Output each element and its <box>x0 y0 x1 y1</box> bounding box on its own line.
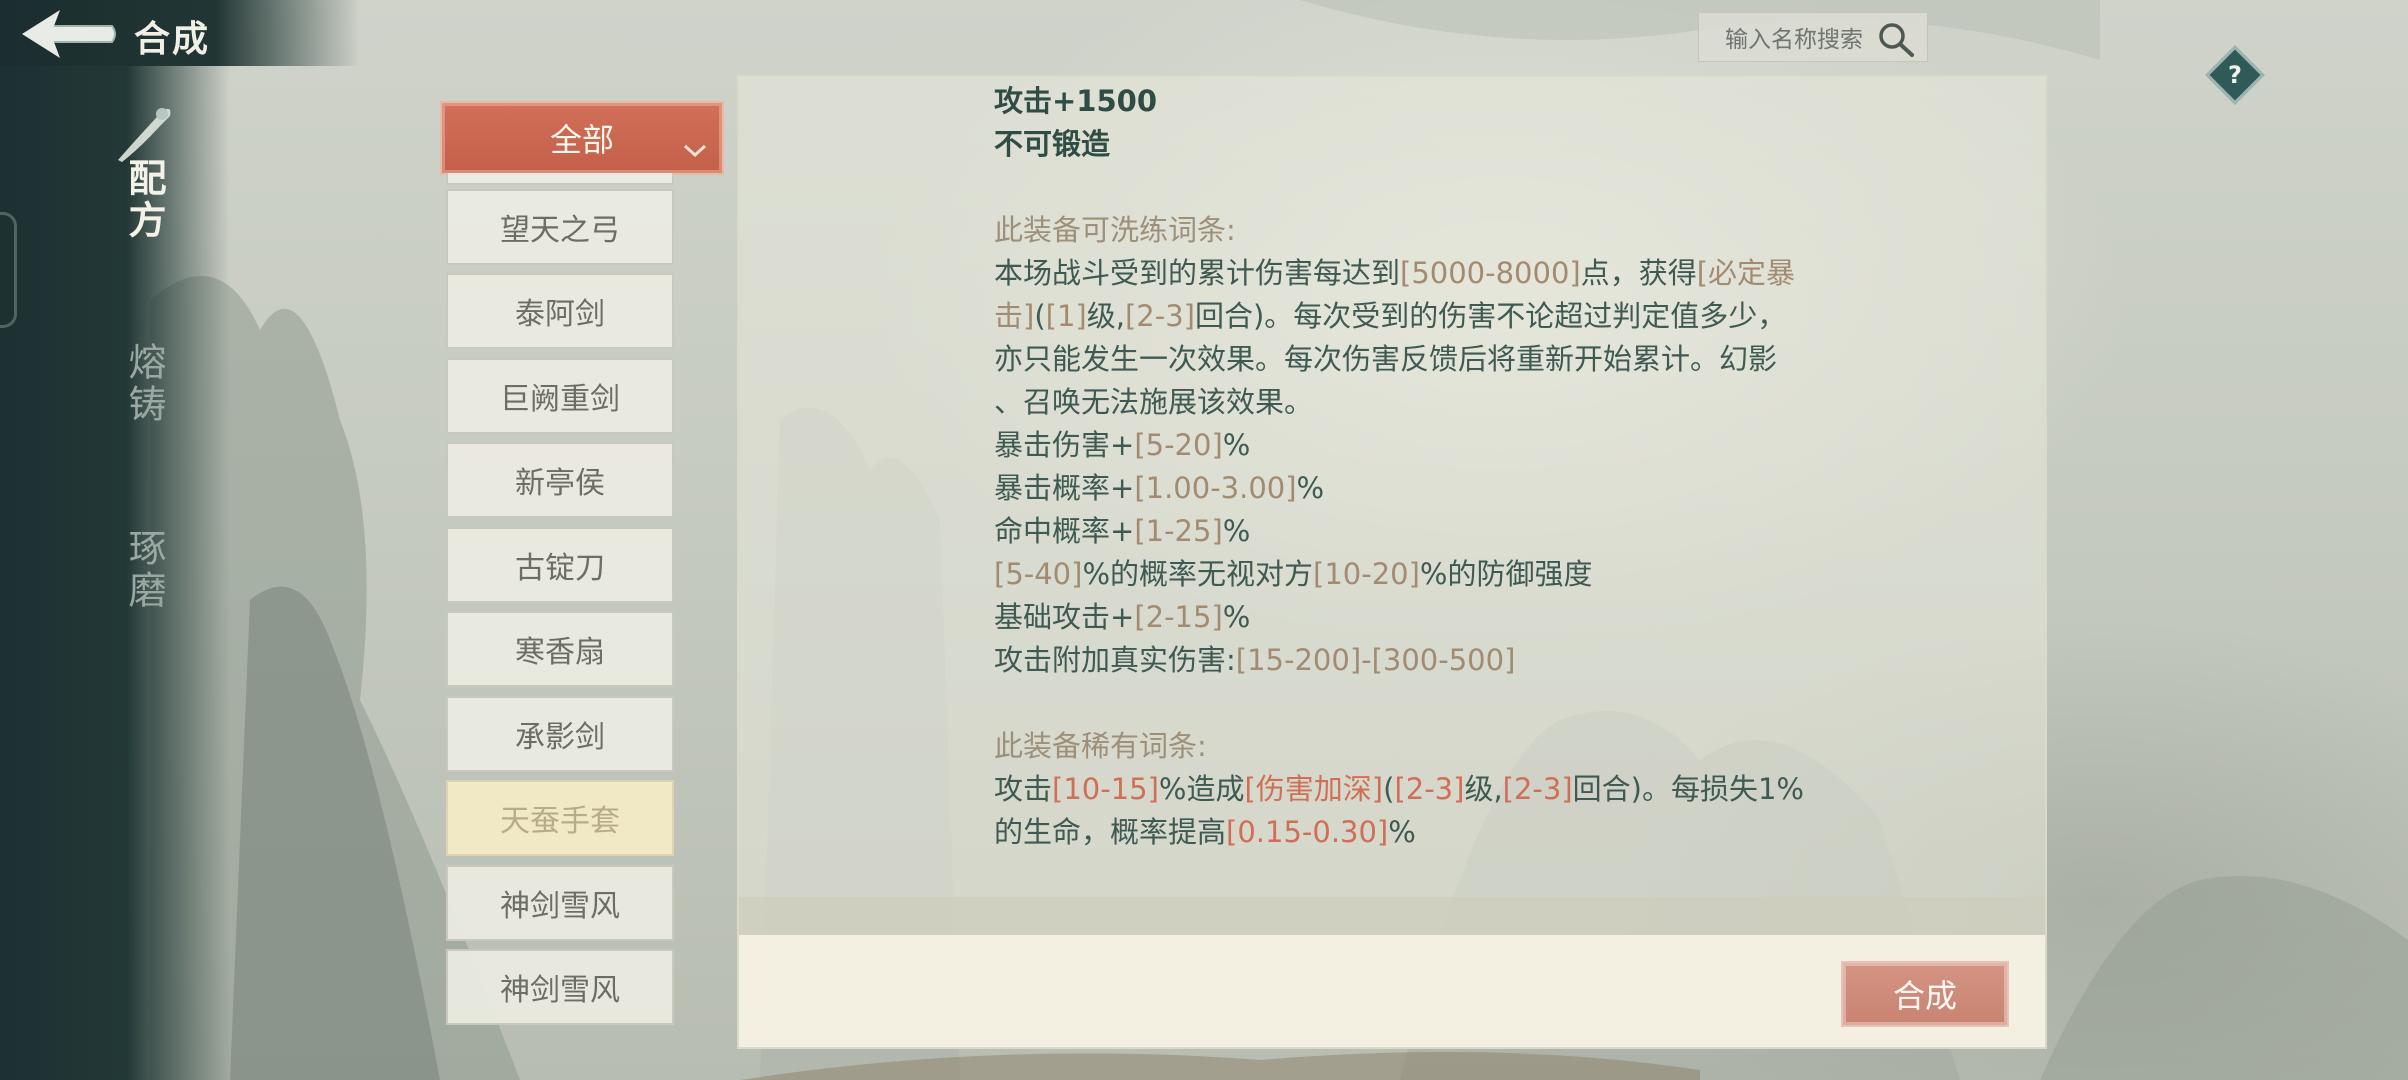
list-item-partial <box>446 173 674 185</box>
list-item[interactable]: 神剑雪风 <box>446 865 674 941</box>
refine-affix-value: [5-40] <box>994 557 1083 591</box>
refine-affix-text: 点，获得 <box>1580 256 1697 290</box>
rare-affix-text: ( <box>1383 772 1395 806</box>
list-item[interactable]: 古锭刀 <box>446 527 674 603</box>
refine-affix-value: [1.00-3.00] <box>1134 471 1297 505</box>
sidebar-edge-tab[interactable] <box>0 212 17 328</box>
rare-affix-list: 攻击[10-15]%造成[伤害加深]([2-3]级,[2-3]回合)。每损失1%… <box>994 768 1814 854</box>
list-item-selected[interactable]: 天蚕手套 <box>446 780 674 856</box>
refine-affix-text: 回合)。每次受到的伤害不论超过判定值多少， <box>1194 299 1787 333</box>
search-input[interactable]: 输入名称搜索 <box>1698 12 1928 62</box>
refine-affix-value: [2-3] <box>1124 299 1195 333</box>
refine-affix-line: 基础攻击+[2-15]% <box>994 596 1814 639</box>
rare-affix-text: %造成 <box>1158 772 1245 806</box>
refine-affix-text: 、召唤无法施展该效果。 <box>994 385 1314 419</box>
refine-affix-text: %的概率无视对方 <box>1082 557 1314 591</box>
refine-affix-line: 本场战斗受到的累计伤害每达到[5000-8000]点，获得[必定暴 <box>994 252 1814 295</box>
refine-affix-text: 攻击附加真实伤害: <box>994 643 1236 677</box>
list-item[interactable]: 巨阙重剑 <box>446 358 674 434</box>
list-item[interactable]: 寒香扇 <box>446 611 674 687</box>
rare-affix-text: % <box>1388 815 1416 849</box>
refine-affix-text: ( <box>1034 299 1046 333</box>
list-item[interactable]: 承影剑 <box>446 696 674 772</box>
top-bar: 合成 <box>0 0 360 66</box>
attack-stat: 攻击+1500 <box>994 84 1158 118</box>
refine-affix-line: 击]([1]级,[2-3]回合)。每次受到的伤害不论超过判定值多少， <box>994 295 1814 338</box>
refine-affix-text: 暴击伤害+ <box>994 428 1135 462</box>
list-item[interactable]: 望天之弓 <box>446 189 674 265</box>
refine-affix-text: 命中概率+ <box>994 514 1135 548</box>
refine-affix-line: [5-40]%的概率无视对方[10-20]%的防御强度 <box>994 553 1814 596</box>
rare-affix-line: 攻击[10-15]%造成[伤害加深]([2-3]级,[2-3]回合)。每损失1% <box>994 768 1814 811</box>
rare-affix-text: 回合)。每损失1% <box>1572 772 1804 806</box>
refine-affix-value: [15-200]-[300-500] <box>1235 643 1516 677</box>
refine-affix-value: [5000-8000] <box>1400 256 1581 290</box>
page-title: 合成 <box>134 19 211 60</box>
refine-affix-text: 亦只能发生一次效果。每次伤害反馈后将重新开始累计。幻影 <box>994 342 1778 376</box>
refine-affix-value: [10-20] <box>1313 557 1420 591</box>
list-item[interactable]: 泰阿剑 <box>446 273 674 349</box>
panel-divider <box>739 897 2045 935</box>
tab-polishing[interactable]: 琢磨 <box>112 528 172 612</box>
filter-label: 全部 <box>549 121 614 159</box>
refine-affix-line: 攻击附加真实伤害:[15-200]-[300-500] <box>994 639 1814 682</box>
refine-affix-text: % <box>1222 514 1251 548</box>
refine-affix-value: [5-20] <box>1134 428 1223 462</box>
rare-affix-line: 的生命，概率提高[0.15-0.30]% <box>994 811 1814 854</box>
tab-casting[interactable]: 熔铸 <box>112 342 172 426</box>
refine-affix-line: 暴击伤害+[5-20]% <box>994 424 1814 467</box>
chevron-down-icon <box>682 129 708 167</box>
synthesize-button[interactable]: 合成 <box>1841 961 2009 1027</box>
rare-affix-text: 的生命，概率提高 <box>994 815 1227 849</box>
refine-affix-value: [2-15] <box>1134 600 1223 634</box>
refine-affix-text: %的防御强度 <box>1419 557 1593 591</box>
refine-affix-value: [1-25] <box>1134 514 1223 548</box>
refine-affix-text: 暴击概率+ <box>994 471 1135 505</box>
refine-affix-text: % <box>1296 471 1325 505</box>
refine-affix-text: 基础攻击+ <box>994 600 1135 634</box>
refine-affix-value: [1] <box>1045 299 1087 333</box>
refine-affix-text: % <box>1222 600 1251 634</box>
refine-affix-line: 命中概率+[1-25]% <box>994 510 1814 553</box>
category-filter-dropdown[interactable]: 全部 <box>440 101 724 175</box>
back-arrow-icon <box>22 10 116 58</box>
back-button[interactable] <box>14 6 124 62</box>
refine-affix-list: 本场战斗受到的累计伤害每达到[5000-8000]点，获得[必定暴 击]([1]级… <box>994 252 1814 682</box>
list-item[interactable]: 新亭侯 <box>446 442 674 518</box>
list-item[interactable]: 神剑雪风 <box>446 949 674 1025</box>
rare-affix-value: [2-3] <box>1394 772 1465 806</box>
rare-affix-text: 级, <box>1464 772 1503 806</box>
rare-affix-value: [0.15-0.30] <box>1226 815 1389 849</box>
refine-affix-value: 击] <box>994 299 1035 333</box>
tab-recipe[interactable]: 配方 <box>112 158 172 242</box>
rare-affix-value: [伤害加深] <box>1244 772 1384 806</box>
forge-status: 不可锻造 <box>994 127 1111 161</box>
refine-affix-value: [必定暴 <box>1696 256 1796 290</box>
refine-affix-text: % <box>1222 428 1251 462</box>
search-placeholder: 输入名称搜索 <box>1725 27 1863 53</box>
rare-affix-value: [2-3] <box>1502 772 1573 806</box>
refine-affix-line: 、召唤无法施展该效果。 <box>994 381 1814 424</box>
rare-affix-text: 攻击 <box>994 772 1053 806</box>
search-icon[interactable] <box>1877 21 1915 61</box>
refine-affix-line: 暴击概率+[1.00-3.00]% <box>994 467 1814 510</box>
refine-title: 此装备可洗练词条: <box>994 213 1236 247</box>
item-description: 攻击+1500 不可锻造 此装备可洗练词条: 本场战斗受到的累计伤害每达到[50… <box>994 80 1814 854</box>
rare-title: 此装备稀有词条: <box>994 729 1207 763</box>
refine-affix-text: 级, <box>1086 299 1125 333</box>
refine-affix-line: 亦只能发生一次效果。每次伤害反馈后将重新开始累计。幻影 <box>994 338 1814 381</box>
rare-affix-value: [10-15] <box>1052 772 1159 806</box>
help-icon: ? <box>2228 61 2242 89</box>
refine-affix-text: 本场战斗受到的累计伤害每达到 <box>994 256 1401 290</box>
